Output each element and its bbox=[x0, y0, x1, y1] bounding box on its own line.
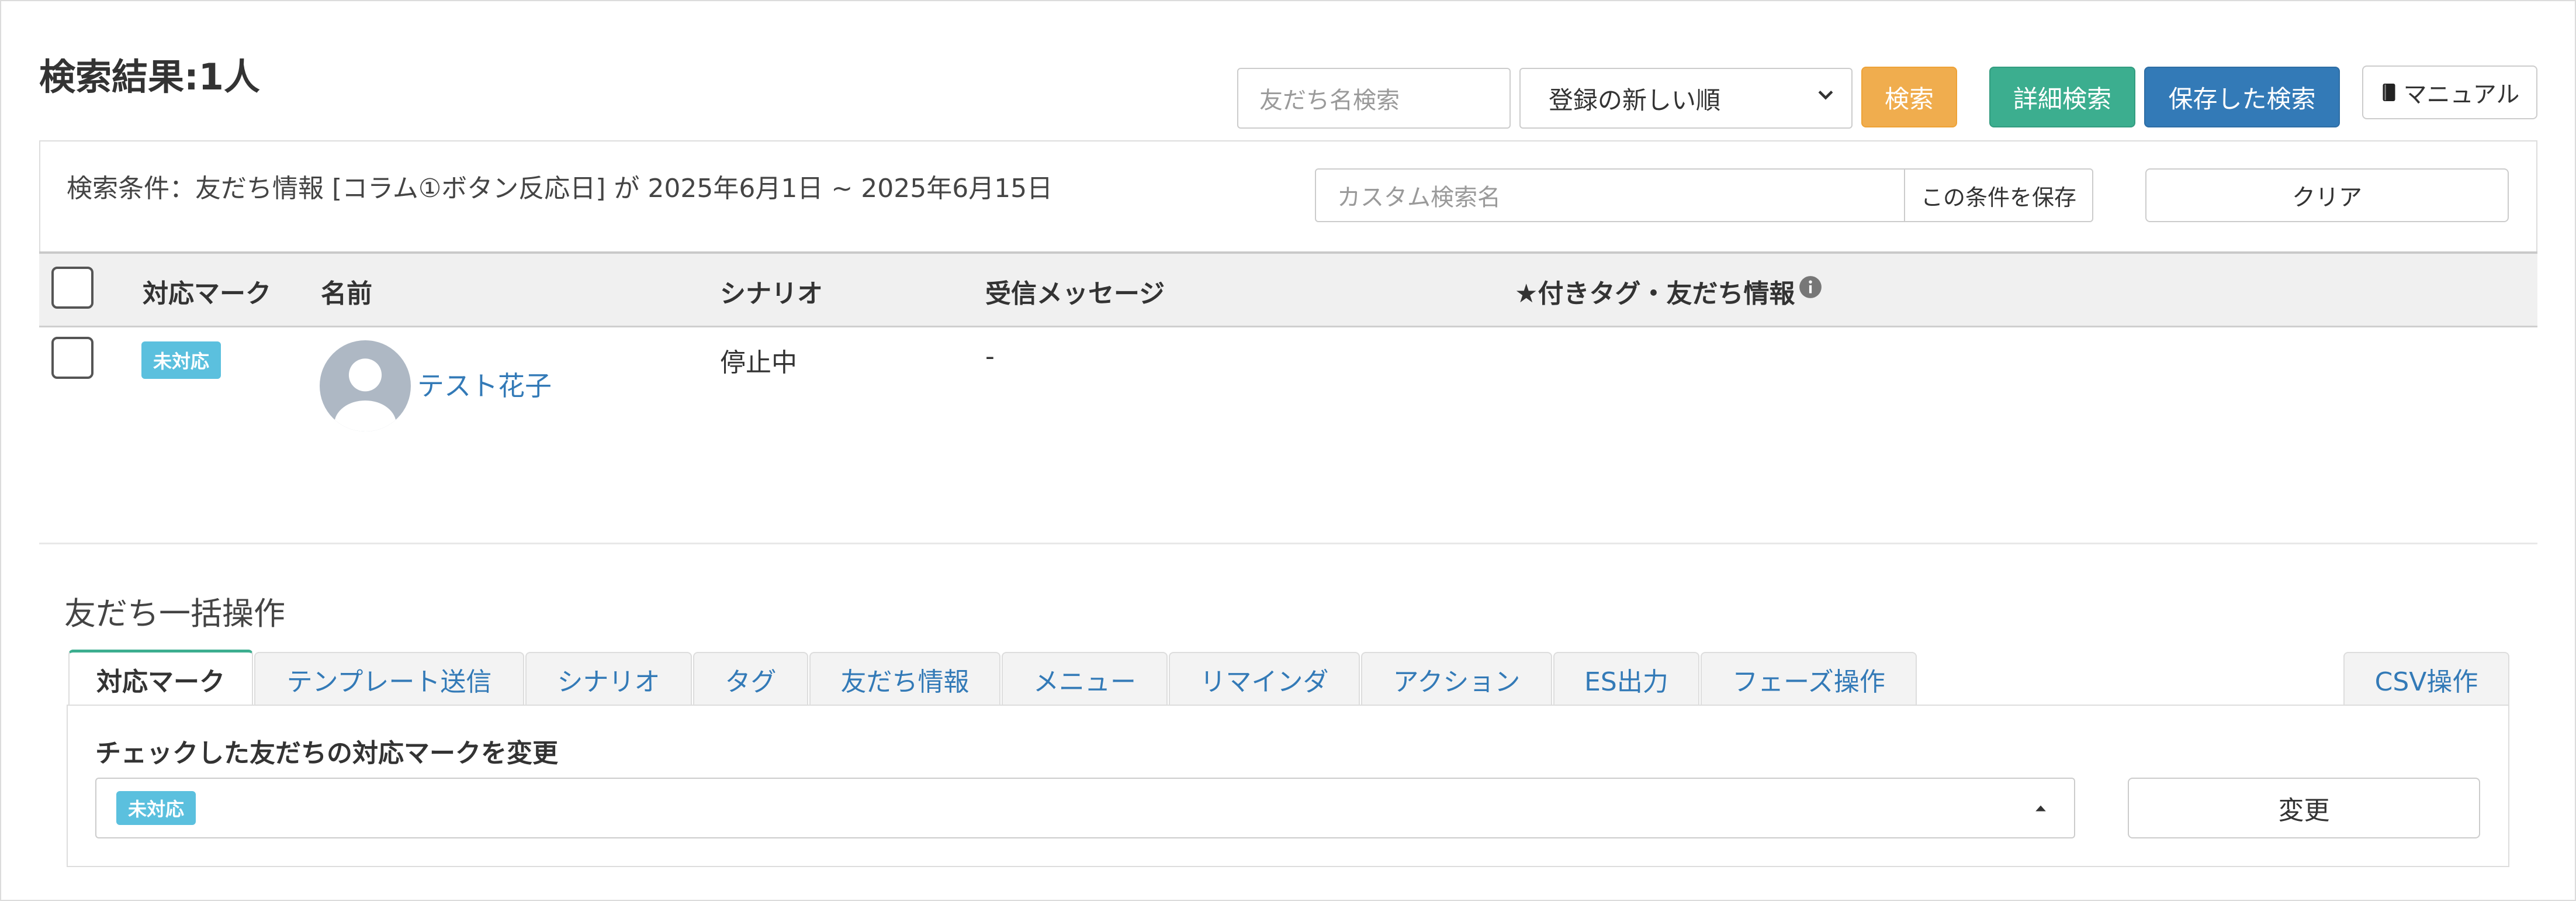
chevron-down-icon bbox=[1818, 91, 1833, 100]
tab-csv[interactable]: CSV操作 bbox=[2343, 652, 2509, 706]
tab-action[interactable]: アクション bbox=[1361, 652, 1552, 706]
tab-mark[interactable]: 対応マーク bbox=[68, 650, 253, 706]
column-header-scenario: シナリオ bbox=[720, 279, 823, 309]
change-button[interactable]: 変更 bbox=[2128, 778, 2480, 838]
tab-template-send[interactable]: テンプレート送信 bbox=[254, 652, 524, 706]
mark-select[interactable]: 未対応 bbox=[95, 778, 2075, 838]
column-header-tags: ★付きタグ・友だち情報 bbox=[1515, 279, 1795, 309]
select-all-checkbox[interactable] bbox=[51, 267, 94, 309]
table-header bbox=[39, 251, 2537, 327]
custom-search-name-placeholder: カスタム検索名 bbox=[1337, 184, 1501, 211]
tab-scenario[interactable]: シナリオ bbox=[525, 652, 692, 706]
tab-es-export[interactable]: ES出力 bbox=[1553, 652, 1699, 706]
column-header-mark: 対応マーク bbox=[143, 279, 271, 309]
advanced-search-button[interactable]: 詳細検索 bbox=[1989, 67, 2135, 127]
sort-order-select[interactable]: 登録の新しい順 bbox=[1519, 68, 1853, 129]
tab-friend-info[interactable]: 友だち情報 bbox=[809, 652, 1000, 706]
friend-name-link[interactable]: テスト花子 bbox=[417, 365, 552, 403]
caret-up-icon bbox=[2035, 805, 2046, 812]
column-header-message: 受信メッセージ bbox=[985, 279, 1165, 309]
message-value: - bbox=[985, 341, 995, 371]
search-button[interactable]: 検索 bbox=[1861, 67, 1957, 127]
friend-name-search-placeholder: 友だち名検索 bbox=[1259, 87, 1400, 114]
tab-menu[interactable]: メニュー bbox=[1002, 652, 1168, 706]
status-badge: 未対応 bbox=[141, 341, 221, 379]
search-conditions-text: 検索条件：友だち情報 [コラム①ボタン反応日] が 2025年6月1日 ~ 20… bbox=[67, 174, 1053, 203]
saved-search-button[interactable]: 保存した検索 bbox=[2144, 67, 2340, 127]
manual-label: マニュアル bbox=[2403, 81, 2520, 108]
avatar bbox=[320, 340, 411, 431]
save-condition-button[interactable]: この条件を保存 bbox=[1904, 168, 2093, 222]
friend-name-search-input[interactable]: 友だち名検索 bbox=[1237, 68, 1511, 129]
tab-tag[interactable]: タグ bbox=[693, 652, 808, 706]
tab-phase[interactable]: フェーズ操作 bbox=[1701, 652, 1917, 706]
tab-reminder[interactable]: リマインダ bbox=[1169, 652, 1360, 706]
row-checkbox[interactable] bbox=[51, 337, 94, 379]
custom-search-name-input[interactable]: カスタム検索名 bbox=[1315, 168, 1906, 222]
page-title: 検索結果:1人 bbox=[39, 56, 260, 98]
manual-button[interactable]: マニュアル bbox=[2362, 65, 2537, 119]
info-icon[interactable] bbox=[1798, 275, 1823, 299]
section-divider bbox=[39, 543, 2537, 544]
sort-order-value: 登録の新しい順 bbox=[1549, 85, 1721, 115]
clear-button[interactable]: クリア bbox=[2145, 168, 2509, 222]
bulk-operations-title: 友だち一括操作 bbox=[64, 595, 285, 632]
selected-mark-badge: 未対応 bbox=[116, 791, 196, 825]
book-icon bbox=[2383, 84, 2395, 101]
column-header-name: 名前 bbox=[321, 279, 372, 309]
scenario-value: 停止中 bbox=[720, 348, 797, 378]
mark-change-label: チェックした友だちの対応マークを変更 bbox=[95, 738, 558, 768]
